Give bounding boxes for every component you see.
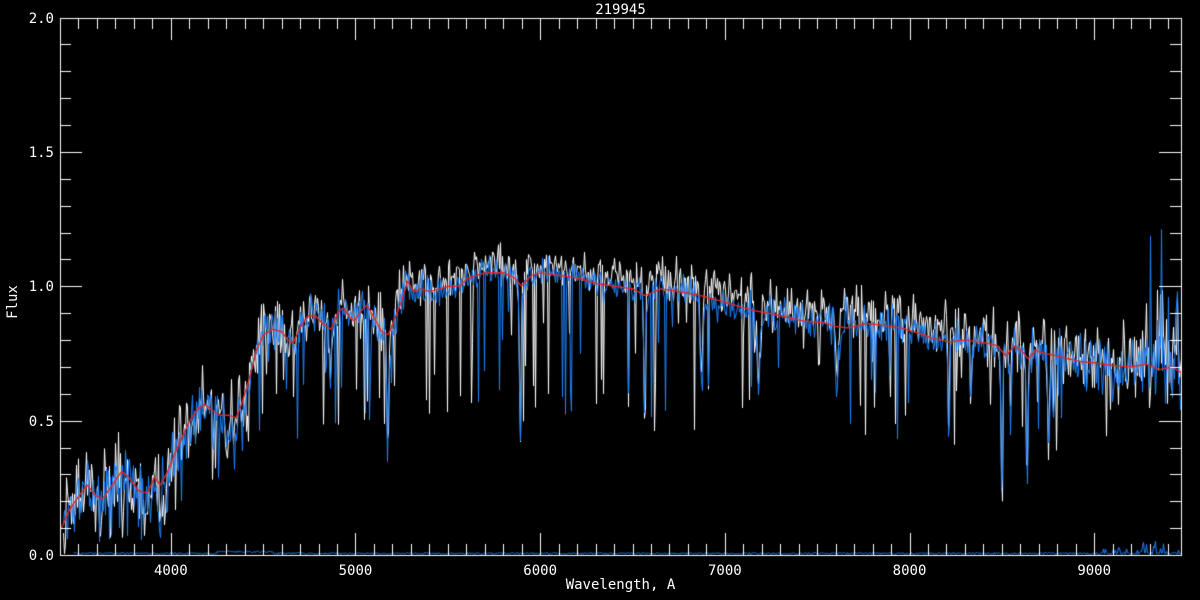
x-tick-label: 5000	[338, 563, 373, 579]
spectrum-plot-canvas	[0, 0, 1200, 600]
spectrum-viewer-window: 219945 Wavelength, A Flux 4000 5000 6000 70…	[0, 0, 1200, 600]
y-tick-label: 2.0	[28, 10, 54, 27]
y-tick-label: 1.0	[28, 279, 54, 296]
y-axis-label: Flux	[5, 285, 21, 319]
y-tick-label: 0.5	[28, 413, 54, 430]
x-tick-label: 8000	[892, 563, 927, 579]
y-tick-label: 1.5	[28, 144, 54, 161]
plot-title: 219945	[595, 2, 646, 18]
x-tick-label: 6000	[523, 563, 558, 579]
x-axis-label: Wavelength, A	[565, 577, 676, 593]
x-tick-label: 4000	[153, 563, 188, 579]
y-tick-label: 0.0	[28, 548, 54, 564]
x-tick-label: 9000	[1077, 563, 1112, 579]
x-tick-label: 7000	[707, 563, 742, 579]
